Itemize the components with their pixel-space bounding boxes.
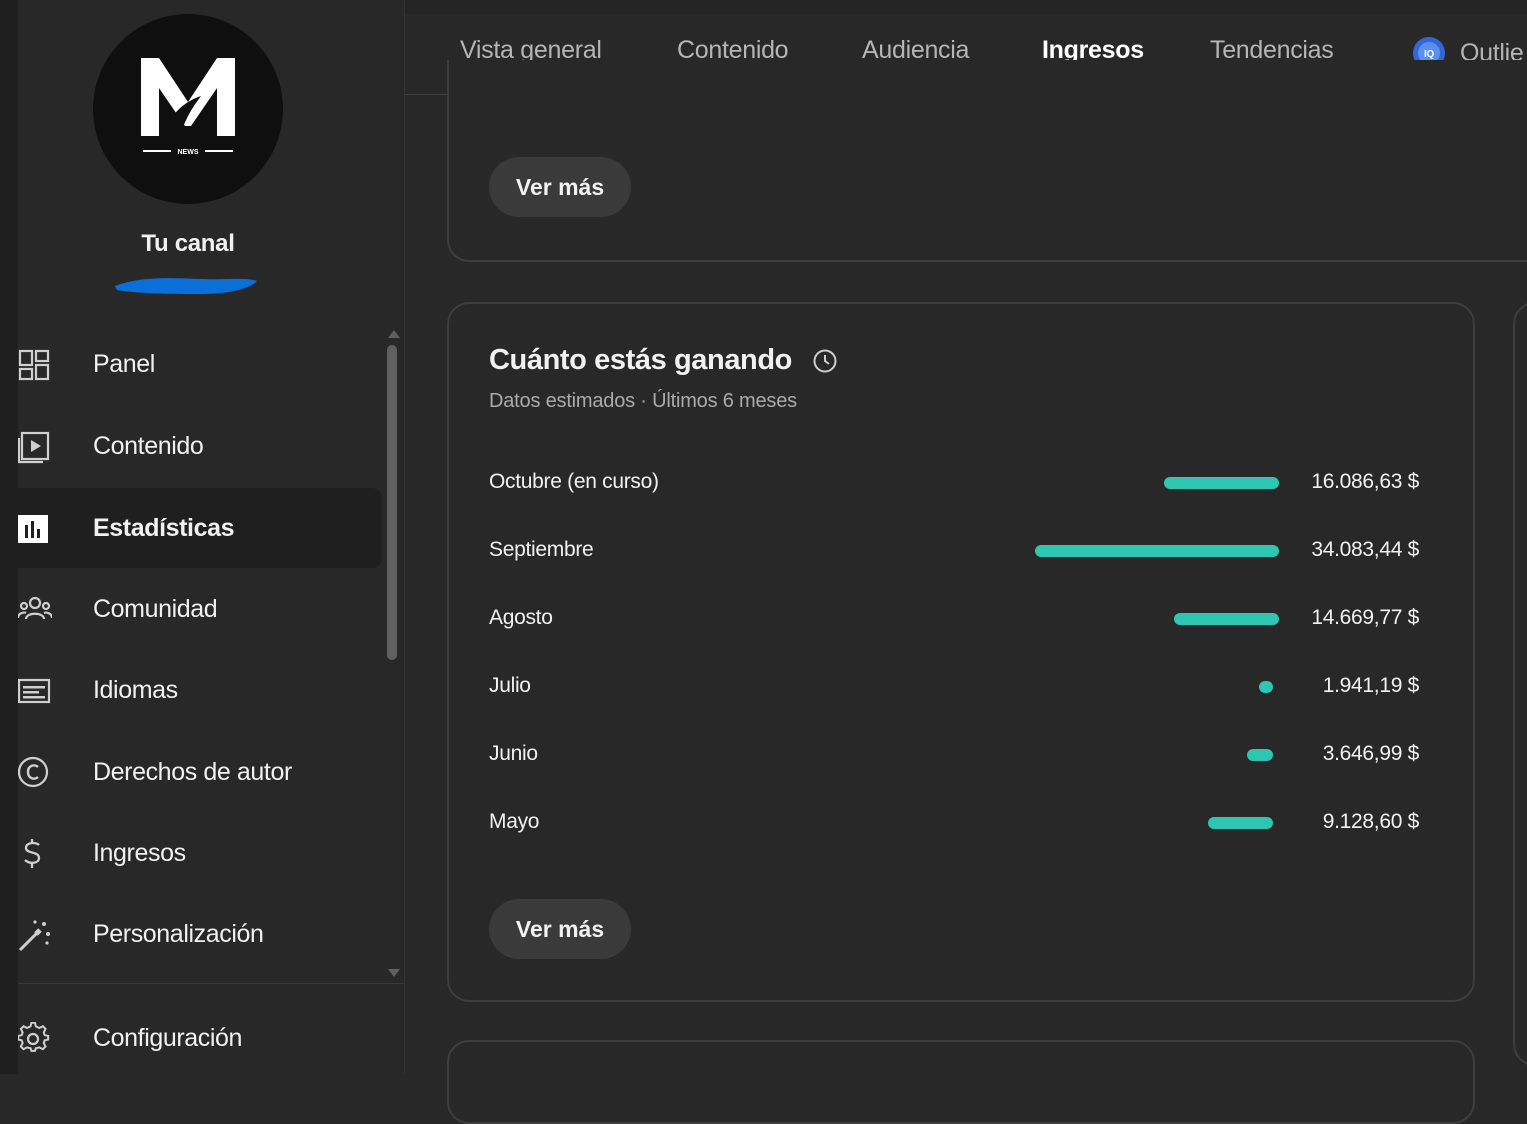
analytics-icon <box>18 515 48 543</box>
redacted-channel-name <box>115 278 257 294</box>
earnings-title: Cuánto estás ganando <box>489 344 838 377</box>
earnings-card: Cuánto estás ganando Datos estimados · Ú… <box>447 302 1475 1002</box>
copyright-icon <box>18 756 49 788</box>
earnings-row: Julio 1.941,19 $ <box>489 668 1419 708</box>
top-fade <box>405 0 1527 14</box>
earnings-row: Junio 3.646,99 $ <box>489 736 1419 776</box>
earnings-subtitle: Datos estimados · Últimos 6 meses <box>489 390 797 412</box>
month-label: Mayo <box>489 810 540 833</box>
sidebar-item-label: Configuración <box>93 1023 243 1052</box>
community-icon <box>18 596 52 620</box>
sidebar-item-label: Idiomas <box>93 675 178 704</box>
month-label: Junio <box>489 742 538 765</box>
earnings-bar <box>1247 749 1273 761</box>
month-label: Julio <box>489 674 531 697</box>
month-label: Septiembre <box>489 538 594 561</box>
channel-title[interactable]: Tu canal <box>18 230 358 258</box>
sidebar: NEWS Tu canal Panel Contenido Estadístic… <box>18 0 405 1074</box>
sidebar-item-panel[interactable]: Panel <box>18 324 382 404</box>
earnings-bar <box>1208 817 1273 829</box>
logo-text: NEWS <box>178 149 199 156</box>
earnings-value: 16.086,63 $ <box>1311 470 1419 493</box>
sidebar-item-label: Ingresos <box>93 838 186 867</box>
subtitles-icon <box>18 678 51 704</box>
clock-icon[interactable] <box>812 348 838 374</box>
gear-icon <box>18 1022 50 1052</box>
sidebar-item-derechos[interactable]: Derechos de autor <box>18 732 382 812</box>
earnings-value: 34.083,44 $ <box>1311 538 1419 561</box>
video-content-icon <box>18 431 50 464</box>
earnings-row: Mayo 9.128,60 $ <box>489 804 1419 844</box>
ver-mas-button[interactable]: Ver más <box>489 157 631 217</box>
earnings-row: Septiembre 34.083,44 $ <box>489 532 1419 572</box>
sidebar-item-personalizacion[interactable]: Personalización <box>18 894 382 974</box>
scroll-up-arrow[interactable] <box>388 330 400 338</box>
sidebar-item-idiomas[interactable]: Idiomas <box>18 650 382 730</box>
sidebar-item-label: Comunidad <box>93 594 218 623</box>
sidebar-item-label: Estadísticas <box>93 513 235 542</box>
dashboard-icon <box>18 349 50 381</box>
sidebar-item-label: Personalización <box>93 919 264 948</box>
earnings-row: Octubre (en curso) 16.086,63 $ <box>489 464 1419 504</box>
sidebar-divider <box>18 983 404 984</box>
previous-card: Ver más <box>447 60 1527 262</box>
channel-avatar[interactable]: NEWS <box>93 14 283 204</box>
earnings-bar <box>1164 477 1279 489</box>
earnings-title-text: Cuánto estás ganando <box>489 344 792 376</box>
sidebar-item-contenido[interactable]: Contenido <box>18 406 382 486</box>
magic-wand-icon <box>18 920 50 952</box>
sidebar-scrollbar[interactable] <box>387 345 397 660</box>
channel-logo: NEWS <box>141 58 235 156</box>
month-label: Agosto <box>489 606 553 629</box>
side-card-edge <box>1513 302 1527 1066</box>
next-card <box>447 1040 1475 1124</box>
window-edge <box>0 0 18 1074</box>
svg-text:IQ: IQ <box>1424 49 1434 60</box>
sidebar-item-label: Derechos de autor <box>93 757 292 786</box>
earnings-bar <box>1259 681 1273 693</box>
earnings-bar <box>1035 545 1279 557</box>
sidebar-item-comunidad[interactable]: Comunidad <box>18 569 382 649</box>
sidebar-item-label: Contenido <box>93 431 204 460</box>
sidebar-item-ingresos[interactable]: Ingresos <box>18 813 382 893</box>
earnings-value: 1.941,19 $ <box>1322 674 1420 697</box>
earnings-row: Agosto 14.669,77 $ <box>489 600 1419 640</box>
scroll-down-arrow[interactable] <box>388 969 400 977</box>
sidebar-item-label: Panel <box>93 349 155 378</box>
earnings-bar <box>1174 613 1279 625</box>
month-label: Octubre (en curso) <box>489 470 659 493</box>
sidebar-item-estadisticas[interactable]: Estadísticas <box>18 488 382 568</box>
ver-mas-button[interactable]: Ver más <box>489 899 631 959</box>
earnings-value: 9.128,60 $ <box>1322 810 1420 833</box>
dollar-icon <box>24 839 41 868</box>
earnings-value: 14.669,77 $ <box>1311 606 1419 629</box>
earnings-value: 3.646,99 $ <box>1322 742 1420 765</box>
sidebar-item-configuracion[interactable]: Configuración <box>18 998 382 1078</box>
